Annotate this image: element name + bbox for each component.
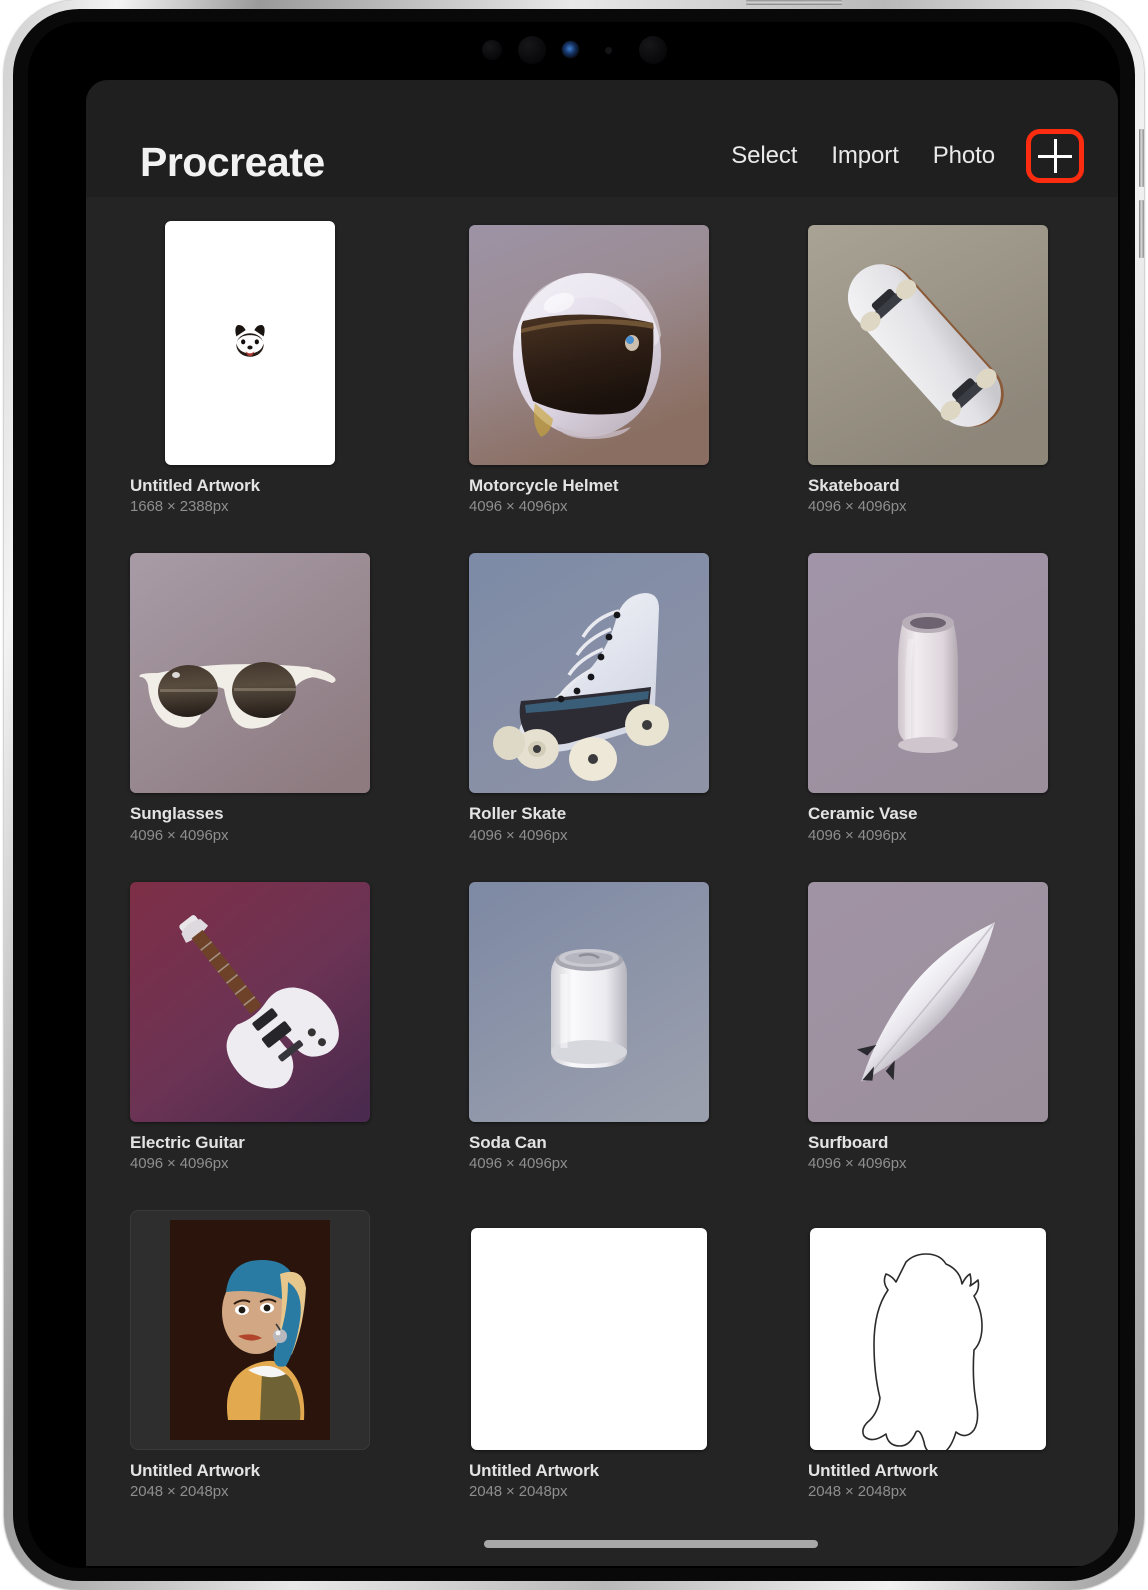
skateboard-image [808, 225, 1048, 465]
artwork-thumbnail-box[interactable] [808, 881, 1048, 1122]
artwork-title: Ceramic Vase [808, 804, 918, 824]
artwork-thumbnail-box[interactable] [469, 553, 709, 794]
header-actions: Select Import Photo [714, 129, 1088, 183]
artwork-size: 4096 × 4096px [469, 498, 568, 516]
artwork-size: 4096 × 4096px [808, 498, 907, 516]
artwork-thumbnail-box[interactable] [808, 553, 1048, 794]
artwork-thumbnail-box[interactable] [469, 225, 709, 465]
artwork-title: Soda Can [469, 1132, 547, 1152]
bear-outline-thumbnail[interactable] [810, 1227, 1046, 1450]
artwork-size: 4096 × 4096px [469, 826, 568, 844]
artwork-size: 4096 × 4096px [130, 1154, 229, 1172]
artwork-card[interactable]: Surfboard 4096 × 4096px [808, 881, 1048, 1174]
artwork-size: 4096 × 4096px [469, 1154, 568, 1172]
import-button[interactable]: Import [814, 144, 915, 168]
artwork-card[interactable]: Untitled Artwork 2048 × 2048px [469, 1210, 709, 1502]
electric-guitar-image [130, 881, 370, 1122]
artwork-thumbnail-box[interactable] [808, 1210, 1048, 1450]
artwork-card[interactable]: Sunglasses 4096 × 4096px [130, 553, 370, 845]
girl-with-pearl-earring-illustration [170, 1219, 330, 1440]
artwork-title: Sunglasses [130, 804, 224, 824]
artwork-size: 1668 × 2388px [130, 498, 229, 516]
artwork-thumbnail-box[interactable] [469, 881, 709, 1122]
ceramic-vase-image [808, 553, 1048, 794]
soda-can-image [469, 881, 709, 1122]
procreate-app-window: Procreate Select Import Photo Untitled A… [86, 80, 1118, 1566]
volume-up-button[interactable] [1139, 129, 1144, 187]
row-spacer [130, 517, 1048, 553]
artwork-title: Untitled Artwork [130, 1460, 260, 1480]
artwork-grid: Untitled Artwork 1668 × 2388px Motorcycl… [130, 221, 1074, 1502]
device-screen: Procreate Select Import Photo Untitled A… [28, 22, 1120, 1568]
ipad-device-frame: Procreate Select Import Photo Untitled A… [4, 0, 1144, 1590]
motorcycle-helmet-thumbnail[interactable] [469, 225, 709, 465]
girl-with-pearl-earring-thumbnail[interactable] [130, 1209, 370, 1450]
artwork-card[interactable]: Roller Skate 4096 × 4096px [469, 553, 709, 845]
motorcycle-helmet-image [469, 225, 709, 465]
app-header: Procreate Select Import Photo [86, 80, 1118, 197]
home-indicator[interactable] [484, 1540, 818, 1548]
soda-can-thumbnail[interactable] [469, 881, 709, 1122]
artwork-thumbnail-box[interactable] [130, 221, 370, 465]
artwork-size: 4096 × 4096px [130, 826, 229, 844]
artwork-title: Surfboard [808, 1132, 889, 1152]
artwork-card[interactable]: Motorcycle Helmet 4096 × 4096px [469, 225, 709, 517]
volume-down-button[interactable] [1139, 200, 1144, 258]
page-title: Procreate [140, 139, 325, 185]
artwork-card[interactable]: Untitled Artwork 2048 × 2048px [808, 1210, 1048, 1502]
select-button[interactable]: Select [714, 144, 814, 168]
artwork-title: Untitled Artwork [130, 476, 260, 495]
artwork-title: Roller Skate [469, 804, 567, 824]
artwork-size: 2048 × 2048px [469, 1483, 568, 1500]
roller-skate-thumbnail[interactable] [469, 553, 709, 794]
artwork-card[interactable]: Electric Guitar 4096 × 4096px [130, 881, 370, 1174]
blank-white-canvas-thumbnail[interactable] [471, 1227, 707, 1450]
sunglasses-thumbnail[interactable] [130, 553, 370, 794]
artwork-card[interactable]: Skateboard 4096 × 4096px [808, 225, 1048, 517]
skateboard-thumbnail[interactable] [808, 225, 1048, 465]
artwork-size: 2048 × 2048px [808, 1483, 907, 1500]
artwork-thumbnail-box[interactable] [130, 881, 370, 1122]
roller-skate-image [469, 553, 709, 794]
surfboard-thumbnail[interactable] [808, 881, 1048, 1122]
ceramic-vase-thumbnail[interactable] [808, 553, 1048, 794]
artwork-title: Motorcycle Helmet [469, 476, 619, 495]
artwork-card[interactable]: Ceramic Vase 4096 × 4096px [808, 553, 1048, 845]
add-artwork-button-wrapper[interactable] [1026, 129, 1084, 183]
artwork-card[interactable]: Untitled Artwork 2048 × 2048px [130, 1209, 370, 1502]
artwork-size: 2048 × 2048px [130, 1483, 229, 1500]
row-spacer [130, 846, 1048, 882]
artwork-title: Untitled Artwork [469, 1460, 599, 1480]
dog-face-sketch-thumbnail[interactable] [165, 221, 335, 465]
artwork-size: 4096 × 4096px [808, 1154, 907, 1172]
surfboard-image [808, 881, 1048, 1122]
sunglasses-image [130, 553, 370, 794]
electric-guitar-thumbnail[interactable] [130, 881, 370, 1122]
artwork-thumbnail-box[interactable] [130, 553, 370, 794]
row-spacer [130, 1174, 1048, 1210]
artwork-card[interactable]: Untitled Artwork 1668 × 2388px [130, 221, 370, 517]
power-button[interactable] [746, 0, 842, 5]
artwork-size: 4096 × 4096px [808, 826, 907, 844]
artwork-thumbnail-box[interactable] [130, 1209, 370, 1450]
artwork-gallery[interactable]: Untitled Artwork 1668 × 2388px Motorcycl… [86, 197, 1118, 1566]
artwork-title: Electric Guitar [130, 1132, 245, 1152]
artwork-thumbnail-box[interactable] [469, 1210, 709, 1450]
bear-outline-sketch [862, 1252, 983, 1450]
plus-icon[interactable] [1038, 139, 1072, 173]
artwork-thumbnail-box[interactable] [808, 225, 1048, 465]
artwork-title: Untitled Artwork [808, 1460, 938, 1480]
artwork-title: Skateboard [808, 476, 900, 495]
artwork-card[interactable]: Soda Can 4096 × 4096px [469, 881, 709, 1174]
dog-face-icon [235, 324, 265, 357]
photo-button[interactable]: Photo [916, 144, 1012, 168]
